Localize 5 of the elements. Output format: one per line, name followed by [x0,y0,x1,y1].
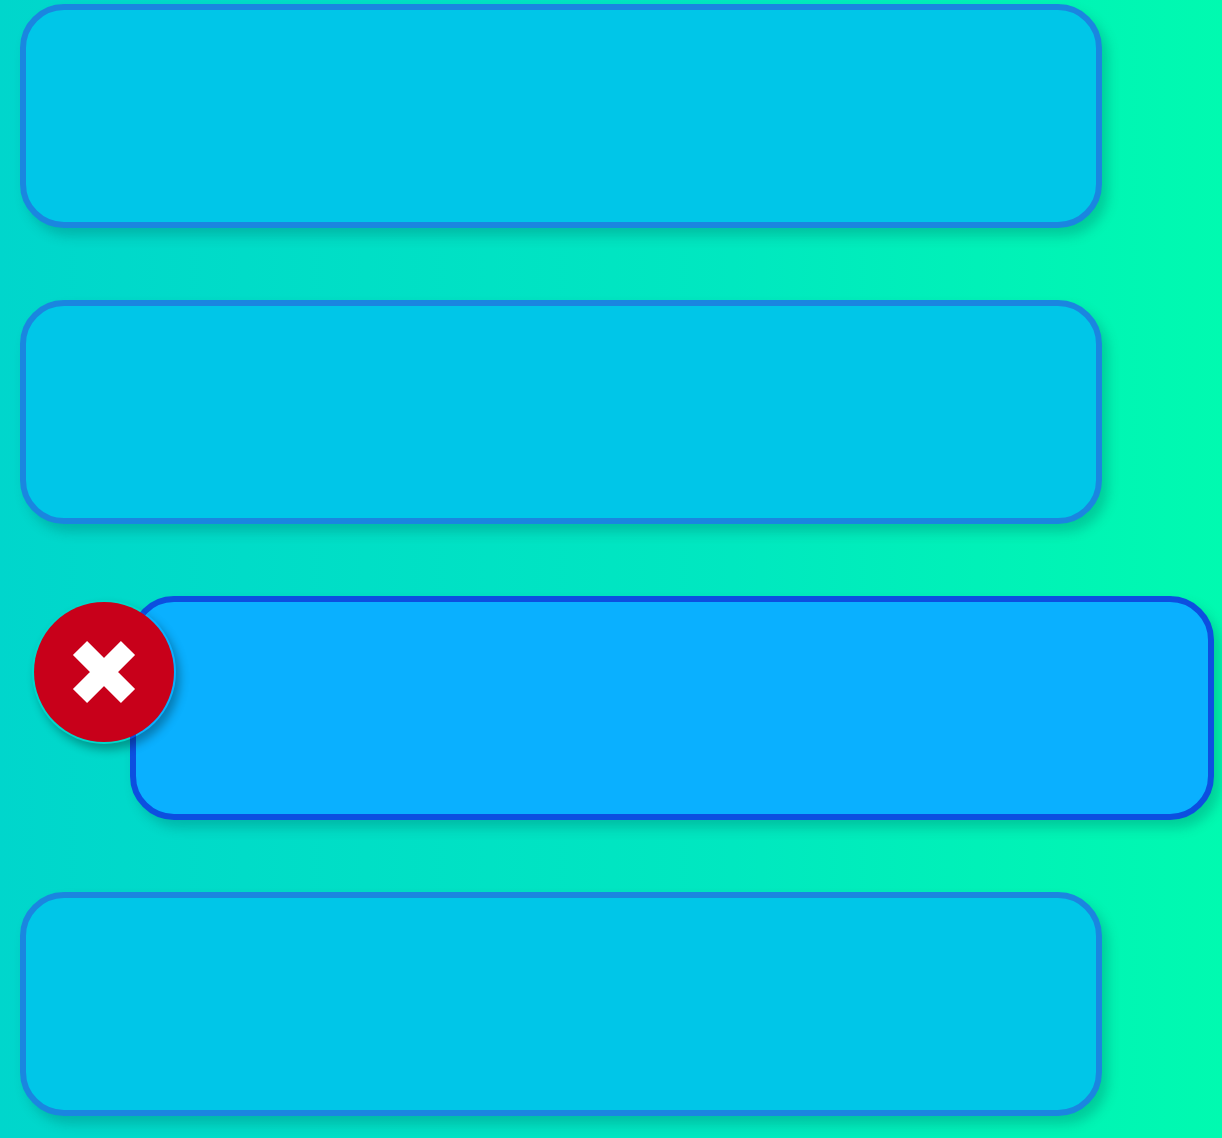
list-item[interactable] [20,300,1102,524]
list-item[interactable] [130,596,1214,820]
delete-icon[interactable] [32,600,176,744]
list-item[interactable] [20,4,1102,228]
list-item[interactable] [20,892,1102,1116]
